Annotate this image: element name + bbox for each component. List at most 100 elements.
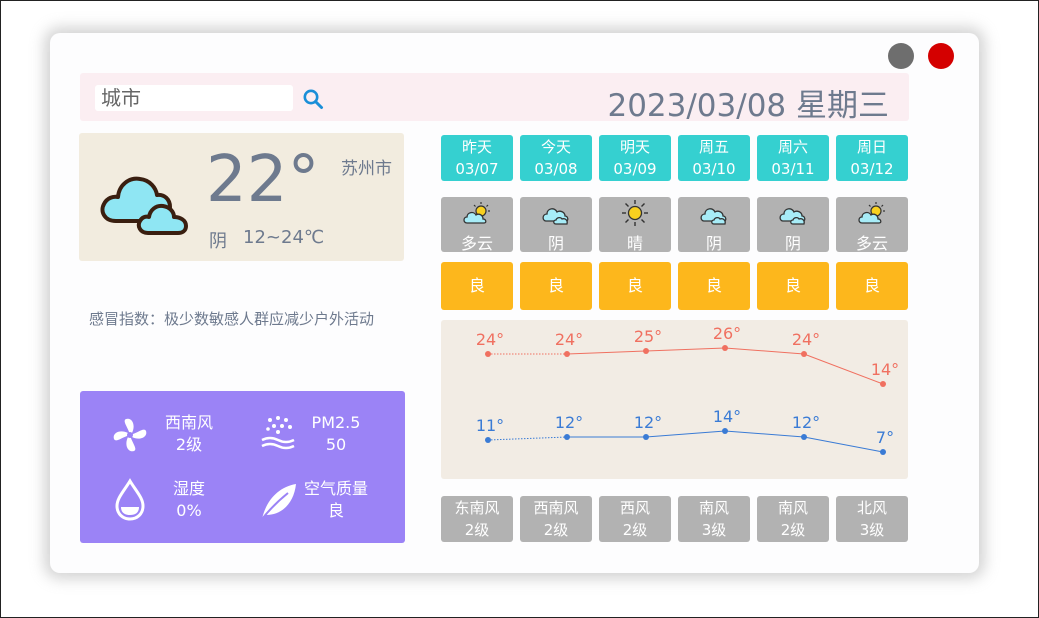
high-temp-label: 14° xyxy=(871,360,899,379)
high-temp-point xyxy=(485,351,491,357)
day-tab[interactable]: 周六 03/11 xyxy=(757,135,829,181)
partly-cloudy-icon xyxy=(858,202,885,224)
low-temp-point xyxy=(722,428,728,434)
condition-label: 阴 xyxy=(705,234,722,253)
high-temp-label: 24° xyxy=(792,330,820,349)
fan-icon xyxy=(113,418,147,452)
high-temp-line-segment xyxy=(566,350,647,355)
low-temp-line-segment xyxy=(803,436,884,453)
cloud-icon xyxy=(542,208,569,225)
wind-direction: 北风 xyxy=(856,499,887,517)
humidity-drop-icon xyxy=(115,478,145,521)
condition-label: 多云 xyxy=(855,234,888,253)
close-button[interactable] xyxy=(928,43,954,69)
temperature-chart-svg: 24° 24° 25° 26° 24° 14° 11° 12° 12° 14° 12° 7° xyxy=(476,324,899,455)
pm25-label: PM2.5 xyxy=(311,413,361,432)
cloud-icon xyxy=(700,208,727,225)
condition-tile: 阴 xyxy=(678,197,750,253)
condition-tile: 阴 xyxy=(520,197,592,253)
day-tab[interactable]: 明天 03/09 xyxy=(599,135,671,181)
low-temp-point xyxy=(643,434,649,440)
high-temp-label: 24° xyxy=(476,330,504,349)
day-name: 周日 xyxy=(856,138,887,156)
high-temp-point xyxy=(722,345,728,351)
wind-direction: 南风 xyxy=(777,499,808,517)
day-date: 03/08 xyxy=(534,160,578,178)
wind-tile: 南风 3级 xyxy=(678,496,750,542)
city-search-input[interactable] xyxy=(95,85,293,111)
air-quality-value: 良 xyxy=(327,501,344,520)
condition-label: 晴 xyxy=(626,234,643,253)
search-icon[interactable] xyxy=(302,88,324,110)
wind-direction: 西南风 xyxy=(533,499,579,517)
aq-tile: 良 xyxy=(599,262,671,310)
air-quality-label: 空气质量 xyxy=(303,479,368,498)
low-temp-point xyxy=(564,434,570,440)
wind-tile: 东南风 2级 xyxy=(441,496,513,542)
aq-tile: 良 xyxy=(757,262,829,310)
wind-direction: 西南风 xyxy=(164,413,213,432)
low-temp-point xyxy=(880,449,886,455)
sun-icon xyxy=(622,200,648,226)
current-date: 2023/03/08 星期三 xyxy=(607,88,889,124)
day-date: 03/10 xyxy=(692,160,736,178)
humidity-value: 0% xyxy=(176,501,202,520)
cloud-icon xyxy=(779,208,806,225)
low-temp-label: 14° xyxy=(713,407,741,426)
partly-cloudy-icon xyxy=(463,202,490,224)
day-tab[interactable]: 昨天 03/07 xyxy=(441,135,513,181)
wind-tile: 西南风 2级 xyxy=(520,496,592,542)
wind-direction: 西风 xyxy=(619,499,650,517)
minimize-button[interactable] xyxy=(888,43,914,69)
wind-tile: 南风 2级 xyxy=(757,496,829,542)
high-temp-label: 25° xyxy=(634,327,662,346)
wind-level: 3级 xyxy=(701,521,727,539)
day-date: 03/09 xyxy=(613,160,657,178)
aq-tile: 良 xyxy=(520,262,592,310)
condition-label: 多云 xyxy=(460,234,493,253)
wind-level: 2级 xyxy=(780,521,806,539)
condition-tile: 阴 xyxy=(757,197,829,253)
low-temp-label: 12° xyxy=(792,413,820,432)
day-name: 昨天 xyxy=(461,138,492,156)
low-temp-point xyxy=(801,434,807,440)
wind-direction: 东南风 xyxy=(454,499,500,517)
condition-tile: 多云 xyxy=(836,197,908,253)
high-temp-point xyxy=(880,381,886,387)
today-condition: 阴 xyxy=(209,231,227,252)
wind-level: 3级 xyxy=(859,521,885,539)
pm25-value: 50 xyxy=(325,435,347,454)
high-temp-label: 24° xyxy=(555,330,583,349)
high-temp-point xyxy=(564,351,570,357)
condition-label: 阴 xyxy=(547,234,564,253)
high-temp-line-segment xyxy=(645,347,726,352)
day-name: 周六 xyxy=(777,138,808,156)
high-temp-point xyxy=(801,351,807,357)
cloud-icon xyxy=(100,176,188,235)
high-temp-label: 26° xyxy=(713,324,741,343)
wind-level: 2级 xyxy=(543,521,569,539)
day-name: 明天 xyxy=(619,138,650,156)
humidity-label: 湿度 xyxy=(172,479,205,498)
low-temp-point xyxy=(485,437,491,443)
wind-tile: 西风 2级 xyxy=(599,496,671,542)
day-name: 周五 xyxy=(698,138,729,156)
low-temp-label: 12° xyxy=(555,413,583,432)
aq-tile: 良 xyxy=(678,262,750,310)
condition-label: 阴 xyxy=(784,234,801,253)
day-tab[interactable]: 周五 03/10 xyxy=(678,135,750,181)
aq-tile: 良 xyxy=(836,262,908,310)
today-temperature: 22° xyxy=(206,143,320,217)
today-city: 苏州市 xyxy=(341,159,392,179)
wind-level: 2级 xyxy=(175,435,203,454)
wind-level: 2级 xyxy=(622,521,648,539)
day-tab[interactable]: 周日 03/12 xyxy=(836,135,908,181)
wind-level: 2级 xyxy=(464,521,490,539)
day-date: 03/07 xyxy=(455,160,499,178)
day-tab[interactable]: 今天 03/08 xyxy=(520,135,592,181)
low-temp-line-segment xyxy=(487,436,568,441)
condition-tile: 晴 xyxy=(599,197,671,253)
day-date: 03/12 xyxy=(850,160,894,178)
wind-tile: 北风 3级 xyxy=(836,496,908,542)
high-temp-point xyxy=(643,348,649,354)
